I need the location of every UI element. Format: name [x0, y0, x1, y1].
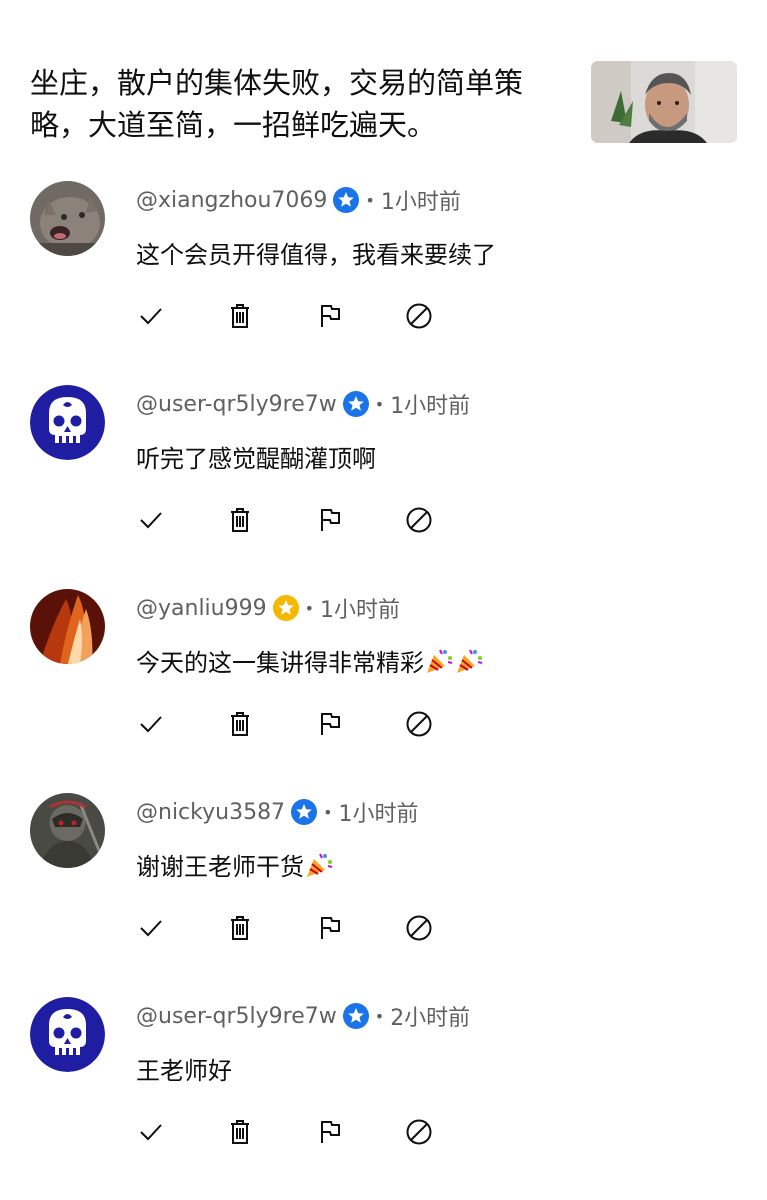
block-icon[interactable] [404, 301, 434, 331]
comment-time: 2小时前 [390, 1006, 471, 1031]
comment-text: 今天的这一集讲得非常精彩 [136, 643, 484, 678]
comment-text: 谢谢王老师干货 [136, 847, 334, 882]
gold-star-badge-icon [272, 595, 299, 621]
comment-text-content: 这个会员开得值得，我看来要续了 [136, 241, 496, 269]
comment-text-content: 今天的这一集讲得非常精彩 [136, 649, 424, 677]
comment-meta: @yanliu999 • 1小时前 [136, 593, 400, 623]
comment-author[interactable]: @yanliu999 [136, 596, 267, 621]
trash-icon[interactable] [225, 301, 255, 331]
comment-meta: @nickyu3587 • 1小时前 [136, 797, 419, 827]
comment-text: 这个会员开得值得，我看来要续了 [136, 235, 496, 270]
checkmark-icon[interactable] [136, 301, 166, 331]
meta-separator: • [365, 190, 375, 210]
comment-meta: @xiangzhou7069 • 1小时前 [136, 185, 461, 215]
comment-item: @user-qr5ly9re7w • 2小时前 王老师好 [0, 997, 767, 1197]
blue-star-badge-icon [342, 1003, 369, 1029]
comment-text: 听完了感觉醍醐灌顶啊 [136, 439, 376, 474]
trash-icon[interactable] [225, 913, 255, 943]
video-title[interactable]: 坐庄，散户的集体失败，交易的简单策略，大道至简，一招鲜吃遍天。 [30, 62, 575, 146]
blue-star-badge-icon [342, 391, 369, 417]
comment-item: @xiangzhou7069 • 1小时前 这个会员开得值得，我看来要续了 [0, 181, 767, 381]
blue-star-badge-icon [291, 799, 318, 825]
comment-time: 1小时前 [320, 598, 401, 623]
comment-time: 1小时前 [390, 394, 471, 419]
comment-time: 1小时前 [338, 802, 419, 827]
meta-separator: • [374, 394, 385, 414]
video-thumbnail[interactable] [591, 61, 737, 143]
trash-icon[interactable] [225, 709, 255, 739]
comment-item: @user-qr5ly9re7w • 1小时前 听完了感觉醍醐灌顶啊 [0, 385, 767, 585]
flag-icon[interactable] [315, 1117, 345, 1147]
flag-icon[interactable] [315, 505, 345, 535]
comment-text-content: 王老师好 [136, 1057, 232, 1085]
comment-author[interactable]: @xiangzhou7069 [136, 188, 327, 213]
comment-meta: @user-qr5ly9re7w • 2小时前 [136, 1001, 470, 1031]
block-icon[interactable] [404, 1117, 434, 1147]
block-icon[interactable] [404, 709, 434, 739]
flag-icon[interactable] [315, 709, 345, 739]
party-popper-icon [454, 646, 484, 676]
comment-text-content: 谢谢王老师干货 [136, 853, 304, 881]
meta-separator: • [374, 1006, 385, 1026]
comment-author[interactable]: @user-qr5ly9re7w [136, 1004, 337, 1029]
meta-separator: • [304, 598, 315, 618]
avatar[interactable] [30, 385, 105, 460]
comment-item: @nickyu3587 • 1小时前 谢谢王老师干货 [0, 793, 767, 993]
avatar[interactable] [30, 793, 105, 868]
trash-icon[interactable] [225, 1117, 255, 1147]
avatar[interactable] [30, 181, 105, 256]
trash-icon[interactable] [225, 505, 255, 535]
comment-author[interactable]: @nickyu3587 [136, 800, 285, 825]
comment-text-content: 听完了感觉醍醐灌顶啊 [136, 445, 376, 473]
comment-item: @yanliu999 • 1小时前 今天的这一集讲得非常精彩 [0, 589, 767, 789]
party-popper-icon [304, 850, 334, 880]
block-icon[interactable] [404, 505, 434, 535]
block-icon[interactable] [404, 913, 434, 943]
avatar[interactable] [30, 589, 105, 664]
checkmark-icon[interactable] [136, 1117, 166, 1147]
blue-star-badge-icon [333, 187, 360, 213]
checkmark-icon[interactable] [136, 505, 166, 535]
flag-icon[interactable] [315, 913, 345, 943]
comment-time: 1小时前 [380, 190, 461, 215]
avatar[interactable] [30, 997, 105, 1072]
checkmark-icon[interactable] [136, 709, 166, 739]
flag-icon[interactable] [315, 301, 345, 331]
party-popper-icon [424, 646, 454, 676]
comment-text: 王老师好 [136, 1051, 232, 1086]
meta-separator: • [323, 802, 333, 822]
checkmark-icon[interactable] [136, 913, 166, 943]
comment-author[interactable]: @user-qr5ly9re7w [136, 392, 337, 417]
video-header: 坐庄，散户的集体失败，交易的简单策略，大道至简，一招鲜吃遍天。 [0, 0, 767, 160]
comment-meta: @user-qr5ly9re7w • 1小时前 [136, 389, 470, 419]
